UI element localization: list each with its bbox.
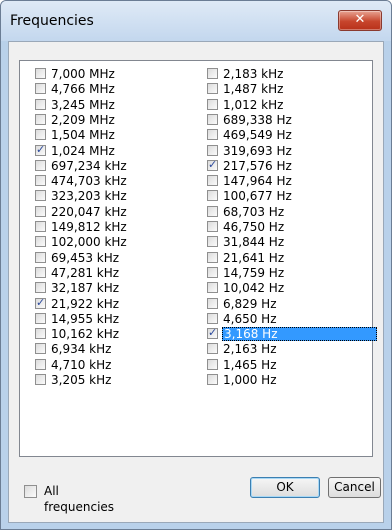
frequency-checkbox[interactable] <box>207 205 218 217</box>
frequency-checkbox[interactable] <box>207 158 218 172</box>
frequency-checkbox[interactable] <box>207 144 218 156</box>
frequency-checkbox[interactable] <box>35 190 46 202</box>
frequency-checkbox[interactable] <box>35 143 46 157</box>
frequency-checkbox[interactable] <box>35 266 46 278</box>
frequency-checkbox[interactable] <box>207 98 218 110</box>
window-title: Frequencies <box>10 13 94 29</box>
frequency-checkbox[interactable] <box>207 221 218 232</box>
all-frequencies-checkbox[interactable] <box>24 485 37 498</box>
frequency-checkbox[interactable] <box>35 83 46 95</box>
frequency-label[interactable]: 149,812 kHz <box>51 220 127 234</box>
frequency-label[interactable]: 3,205 kHz <box>51 373 111 387</box>
frequency-label[interactable]: 102,000 kHz <box>51 235 127 249</box>
frequency-checkbox[interactable] <box>35 251 46 263</box>
frequency-label[interactable]: 21,641 Hz <box>223 251 284 265</box>
frequency-checkbox[interactable] <box>35 343 46 355</box>
frequency-checkbox[interactable] <box>35 236 46 248</box>
frequency-label[interactable]: 1,487 kHz <box>223 82 283 96</box>
frequency-checkbox[interactable] <box>35 282 46 294</box>
all-frequencies-label[interactable]: All frequencies <box>44 483 114 515</box>
frequency-label[interactable]: 32,187 kHz <box>51 281 119 295</box>
frequency-label[interactable]: 10,162 kHz <box>51 327 119 341</box>
frequency-checkbox[interactable] <box>35 68 46 79</box>
frequency-label[interactable]: 46,750 Hz <box>223 220 284 234</box>
frequency-label[interactable]: 217,576 Hz <box>223 159 292 173</box>
frequency-checkbox[interactable] <box>207 266 218 278</box>
close-button[interactable]: ✕ <box>338 10 382 31</box>
frequency-label[interactable]: 147,964 Hz <box>223 174 292 188</box>
frequency-label[interactable]: 1,012 kHz <box>223 98 283 112</box>
frequency-checkbox[interactable] <box>35 328 46 340</box>
frequency-label[interactable]: 1,504 MHz <box>51 128 115 142</box>
frequency-label[interactable]: 47,281 kHz <box>51 266 119 280</box>
frequency-label[interactable]: 1,465 Hz <box>223 358 277 372</box>
frequency-checkbox[interactable] <box>35 175 46 187</box>
cancel-button[interactable]: Cancel <box>328 477 381 498</box>
frequency-label[interactable]: 3,245 MHz <box>51 98 115 112</box>
frequency-checkbox[interactable] <box>35 98 46 110</box>
frequency-label[interactable]: 31,844 Hz <box>223 235 284 249</box>
frequency-label[interactable]: 4,710 kHz <box>51 358 111 372</box>
frequency-label[interactable]: 697,234 kHz <box>51 159 127 173</box>
frequency-checkbox[interactable] <box>35 296 46 310</box>
frequency-label[interactable]: 689,338 Hz <box>223 113 292 127</box>
frequency-checkbox[interactable] <box>35 358 46 370</box>
frequency-label[interactable]: 21,922 kHz <box>51 297 119 311</box>
frequency-label[interactable]: 7,000 MHz <box>51 67 115 81</box>
frequency-label[interactable]: 1,024 MHz <box>51 144 115 158</box>
frequency-checkbox[interactable] <box>35 159 46 171</box>
frequency-checkbox[interactable] <box>207 282 218 294</box>
frequency-label[interactable]: 10,042 Hz <box>223 281 284 295</box>
frequency-checkbox[interactable] <box>35 221 46 232</box>
frequency-label[interactable]: 3,168 Hz <box>222 327 377 342</box>
dialog-body: 7,000 MHz 4,766 MHz 3,245 MHz 2,209 MHz 1,50… <box>8 41 384 523</box>
frequency-label[interactable]: 469,549 Hz <box>223 128 292 142</box>
frequency-checkbox[interactable] <box>207 358 218 370</box>
frequency-checkbox[interactable] <box>35 129 46 141</box>
frequency-checkbox[interactable] <box>207 326 218 340</box>
frequency-checkbox[interactable] <box>207 175 218 187</box>
frequency-checkbox[interactable] <box>207 113 218 125</box>
frequency-checkbox[interactable] <box>35 374 46 385</box>
frequency-label[interactable]: 2,163 Hz <box>223 342 277 356</box>
frequency-checkbox[interactable] <box>35 205 46 217</box>
frequency-label[interactable]: 220,047 kHz <box>51 205 127 219</box>
frequency-label[interactable]: 4,766 MHz <box>51 82 115 96</box>
frequency-label[interactable]: 100,677 Hz <box>223 189 292 203</box>
frequency-label[interactable]: 14,759 Hz <box>223 266 284 280</box>
frequency-label[interactable]: 2,183 kHz <box>223 67 283 81</box>
frequency-checkbox[interactable] <box>207 68 218 79</box>
frequency-label[interactable]: 6,934 kHz <box>51 342 111 356</box>
frequency-label[interactable]: 6,829 Hz <box>223 297 277 311</box>
frequency-label[interactable]: 4,650 Hz <box>223 312 277 326</box>
frequency-label[interactable]: 323,203 kHz <box>51 189 127 203</box>
frequency-label[interactable]: 69,453 kHz <box>51 251 119 265</box>
frequency-label[interactable]: 474,703 kHz <box>51 174 127 188</box>
frequency-label[interactable]: 2,209 MHz <box>51 113 115 127</box>
frequency-checkbox[interactable] <box>35 113 46 125</box>
frequency-checkbox[interactable] <box>35 312 46 324</box>
frequency-label[interactable]: 1,000 Hz <box>223 373 277 387</box>
frequency-checkbox[interactable] <box>207 236 218 248</box>
ok-button[interactable]: OK <box>250 477 320 498</box>
frequency-checkbox[interactable] <box>207 312 218 324</box>
frequency-label[interactable]: 319,693 Hz <box>223 144 292 158</box>
frequency-checkbox[interactable] <box>207 374 218 385</box>
frequency-checkbox[interactable] <box>207 83 218 95</box>
title-bar: Frequencies ✕ <box>1 1 391 41</box>
frequency-label[interactable]: 14,955 kHz <box>51 312 119 326</box>
frequency-checkbox[interactable] <box>207 297 218 309</box>
frequency-checkbox[interactable] <box>207 190 218 202</box>
frequency-checkbox[interactable] <box>207 251 218 263</box>
frequency-checkbox[interactable] <box>207 129 218 141</box>
frequency-checklist[interactable]: 7,000 MHz 4,766 MHz 3,245 MHz 2,209 MHz 1,50… <box>19 60 377 457</box>
frequency-label[interactable]: 68,703 Hz <box>223 205 284 219</box>
frequencies-dialog: Frequencies ✕ 7,000 MHz 4,766 MHz 3,245 MH… <box>0 0 392 530</box>
frequency-checkbox[interactable] <box>207 343 218 355</box>
close-icon: ✕ <box>354 12 366 27</box>
